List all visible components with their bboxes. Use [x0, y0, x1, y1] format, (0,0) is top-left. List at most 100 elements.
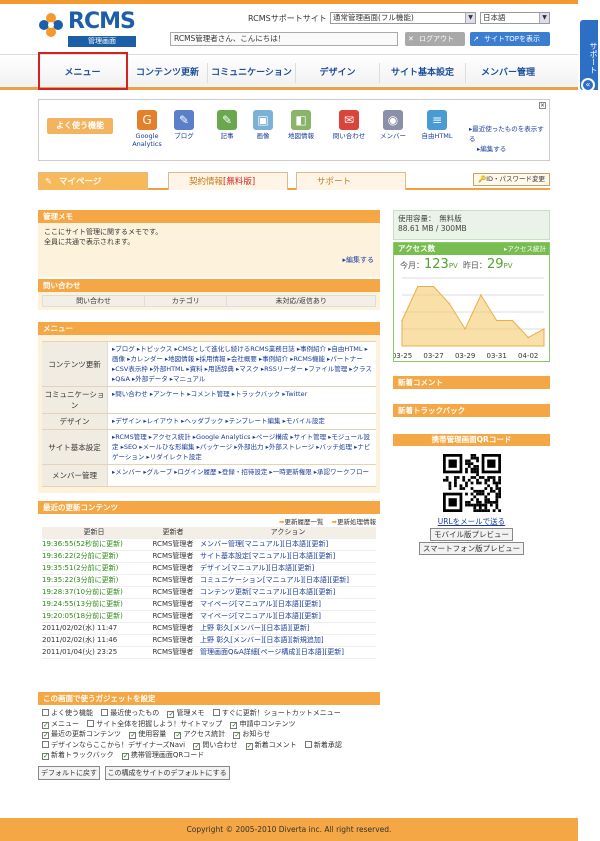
- logout-label: ログアウト: [419, 35, 454, 43]
- memo-edit-label: 編集する: [346, 256, 374, 264]
- checkbox[interactable]: [42, 709, 49, 716]
- favorite-inquiry[interactable]: ✉ 問い合わせ: [329, 110, 369, 140]
- header: RCMS 管理画面 RCMSサポートサイト 通常管理画面(フル機能) ▼ 日本語 ▼…: [0, 4, 578, 50]
- cell-action[interactable]: マイページ[マニュアル][日本語][更新]: [200, 598, 376, 611]
- nav-member[interactable]: メンバー管理: [466, 63, 550, 83]
- favorite-article[interactable]: ✎ 記事: [207, 110, 247, 140]
- gadget-option[interactable]: ✓ お知らせ: [233, 730, 270, 739]
- access-numbers: 今月：123PV 昨日：29PV: [394, 255, 549, 274]
- mobile-preview-button[interactable]: モバイル版プレビュー: [430, 528, 513, 541]
- gadget-option[interactable]: ✓ 携帯管理画面QRコード: [121, 751, 204, 760]
- checkbox[interactable]: ✓: [174, 732, 182, 739]
- language-select[interactable]: 日本語 ▼: [480, 12, 550, 24]
- gadget-option[interactable]: ✓ 最近の更新コンテンツ: [42, 730, 121, 739]
- password-change-button[interactable]: 🔑ID・パスワード変更: [472, 173, 550, 186]
- menu-row-links[interactable]: ▸ブログ ▸トピックス ▸CMSとして進化し続けるRCMS業務日誌 ▸事例紹介 …: [108, 342, 376, 386]
- gadget-option[interactable]: ✓ メニュー: [42, 720, 79, 729]
- qr-mail-link[interactable]: URLをメールで送る: [393, 516, 550, 527]
- checkbox[interactable]: ✓: [129, 732, 137, 739]
- checkbox[interactable]: ✓: [245, 742, 253, 750]
- gadget-option[interactable]: ✓ 新着トラックバック: [42, 751, 114, 760]
- favorite-map[interactable]: ◧ 地図情報: [281, 110, 321, 140]
- nav-communication[interactable]: コミュニケーション: [208, 63, 296, 83]
- gadget-option[interactable]: すぐに更新！ショートカットメニュー: [212, 709, 341, 717]
- checkbox[interactable]: ✓: [167, 711, 175, 718]
- menu-row-links[interactable]: ▸問い合わせ ▸アンケート ▸コメント管理 ▸トラックバック ▸Twitter: [108, 387, 376, 413]
- checkbox[interactable]: [42, 740, 49, 748]
- cell-action[interactable]: デザイン[マニュアル][日本語][更新]: [200, 562, 376, 575]
- save-default-button[interactable]: この構成をサイトのデフォルトにする: [104, 765, 230, 780]
- recent-panel: 最近の更新コンテンツ ➡更新履歴一覧 ➡更新処理情報 更新日 更新者 アクション 1…: [38, 501, 380, 661]
- gadget-option[interactable]: よく使う機能: [42, 709, 93, 717]
- site-top-button[interactable]: ↗ サイトTOPを表示: [470, 32, 550, 46]
- menu-row-links[interactable]: ▸メンバー ▸グループ ▸ログイン履歴 ▸登録・招待設定 ▸一時更新権限 ▸承認…: [108, 465, 376, 486]
- gadget-option[interactable]: ✓ 問い合わせ: [193, 741, 237, 750]
- favorite-blog[interactable]: ✎ ブログ: [164, 110, 204, 140]
- cell-action[interactable]: 上野 彰久[メンバー][日本語][更新]: [200, 622, 376, 635]
- reset-default-button[interactable]: デフォルトに戻す: [38, 765, 100, 780]
- cell-user: RCMS管理者: [146, 598, 200, 611]
- checkbox[interactable]: [304, 740, 312, 748]
- x-tick-label: 04-02: [518, 352, 538, 360]
- checkbox[interactable]: ✓: [193, 742, 201, 750]
- checkbox[interactable]: ✓: [233, 732, 241, 739]
- cell-action[interactable]: メンバー管理[マニュアル][日本語][更新]: [200, 538, 376, 551]
- gadget-option[interactable]: サイト全体を把握しよう！サイトマップ: [87, 719, 222, 728]
- smartphone-preview-button[interactable]: スマートフォン版プレビュー: [418, 542, 525, 555]
- favorite-member[interactable]: ◉ メンバー: [373, 110, 413, 140]
- nav-site-settings[interactable]: サイト基本設定: [380, 63, 466, 83]
- checkbox[interactable]: ✓: [121, 753, 129, 760]
- favorite-html[interactable]: ≡ 自由HTML: [417, 110, 457, 140]
- memo-edit-link[interactable]: ▸編集する: [44, 255, 374, 265]
- favorite-analytics[interactable]: G Google Analytics: [127, 110, 167, 148]
- checkbox[interactable]: ✓: [42, 721, 49, 729]
- data-point: [480, 294, 482, 296]
- favorite-image[interactable]: ▣ 画像: [243, 110, 283, 140]
- chevron-down-icon: ▼: [465, 13, 475, 23]
- menu-row-links[interactable]: ▸デザイン ▸レイアウト ▸ヘッダブック ▸テンプレート編集 ▸モバイル設定: [108, 414, 376, 429]
- gadget-option[interactable]: デザインならここから！デザイナーズNavi: [42, 740, 185, 749]
- checkbox[interactable]: ✓: [230, 721, 238, 729]
- logout-button[interactable]: ✕ ログアウト: [405, 32, 465, 46]
- recent-link[interactable]: ▸最近使ったものを表示する: [469, 124, 549, 144]
- checkbox[interactable]: ✓: [42, 732, 49, 739]
- gadget-option[interactable]: 最近使ったもの: [101, 709, 159, 717]
- blog-icon: ✎: [174, 110, 194, 130]
- access-stats-link[interactable]: ▸アクセス統計: [504, 243, 546, 255]
- edit-favorites-link[interactable]: ▸編集する: [469, 144, 549, 154]
- gadget-option[interactable]: ✓ アクセス統計: [174, 730, 225, 739]
- process-link[interactable]: 更新処理情報: [337, 518, 376, 526]
- rcms-logo[interactable]: RCMS 管理画面: [36, 9, 146, 48]
- history-link[interactable]: 更新履歴一覧: [284, 518, 323, 526]
- checkbox[interactable]: ✓: [42, 753, 49, 760]
- collapse-arrow-icon[interactable]: «: [581, 78, 595, 92]
- nav-content-update[interactable]: コンテンツ更新: [128, 63, 208, 83]
- menu-row-links[interactable]: ▸RCMS管理 ▸アクセス統計 ▸Google Analytics ▸ページ構成…: [108, 430, 376, 464]
- cell-action[interactable]: コミュニケーション[マニュアル][日本語][更新]: [200, 574, 376, 587]
- checkbox[interactable]: [87, 719, 95, 727]
- gadget-option[interactable]: ✓ 申請中コンテンツ: [230, 719, 296, 729]
- checkbox[interactable]: [212, 709, 220, 716]
- cell-action[interactable]: 管理画面Q&A詳細[ページ構成][日本語][更新]: [200, 646, 376, 659]
- cell-action[interactable]: マイページ[マニュアル][日本語][更新]: [200, 610, 376, 623]
- cell-user: RCMS管理者: [146, 634, 200, 647]
- gadget-option[interactable]: ✓ 使用容量: [129, 730, 166, 739]
- gadget-option[interactable]: ✓ 新着コメント: [245, 741, 297, 750]
- checkbox[interactable]: [101, 709, 109, 716]
- tab-support[interactable]: サポート: [296, 172, 406, 190]
- mode-select[interactable]: 通常管理画面(フル機能) ▼: [330, 12, 476, 24]
- gadget-option[interactable]: 新着承認: [304, 740, 342, 749]
- nav-design[interactable]: デザイン: [296, 63, 380, 83]
- gadget-option[interactable]: ✓ 管理メモ: [167, 709, 204, 718]
- cell-action[interactable]: コンテンツ更新[マニュアル][日本語][更新]: [200, 586, 376, 599]
- cell-action[interactable]: サイト基本設定[マニュアル][日本語][更新]: [200, 550, 376, 563]
- tab-mypage[interactable]: ✎ マイページ: [38, 172, 148, 190]
- data-point: [495, 319, 498, 322]
- usage-value: 88.61 MB / 300MB: [398, 224, 467, 233]
- close-icon[interactable]: ×: [539, 102, 546, 109]
- tab-contract[interactable]: 契約情報[無料版]: [168, 172, 288, 190]
- gadget-label: 申請中コンテンツ: [239, 719, 296, 728]
- support-side-tab[interactable]: サポート «: [578, 0, 600, 841]
- recent-links: ➡更新履歴一覧 ➡更新処理情報: [42, 516, 376, 527]
- cell-action[interactable]: 上野 彰久[メンバー][日本語][新規追加]: [200, 634, 376, 647]
